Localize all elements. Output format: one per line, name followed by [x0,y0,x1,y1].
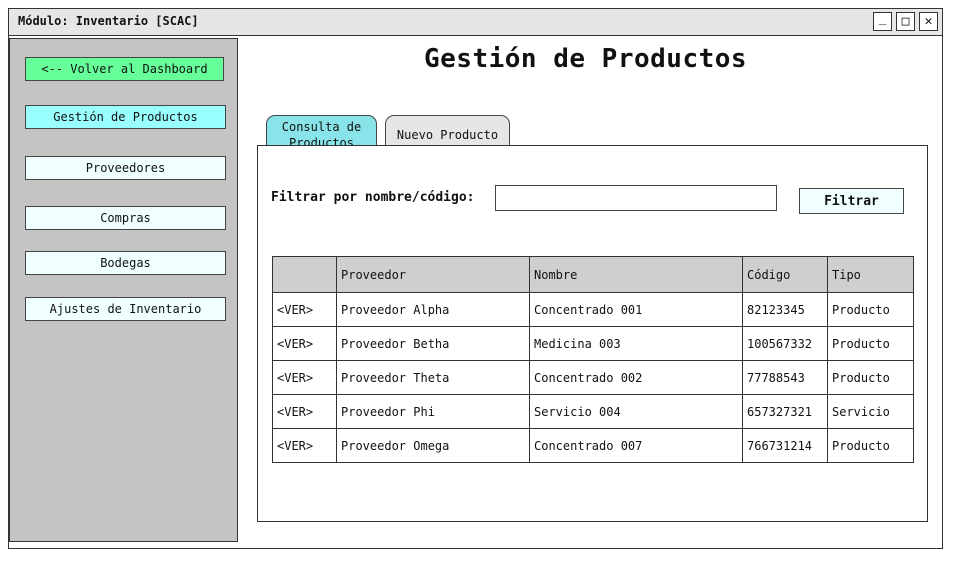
sidebar-item-bodegas[interactable]: Bodegas [25,251,226,275]
cell-tipo: Servicio [827,394,914,429]
view-link[interactable]: <VER> [272,394,337,429]
table-row: <VER> Proveedor Phi Servicio 004 6573273… [272,394,914,429]
cell-tipo: Producto [827,292,914,327]
view-link[interactable]: <VER> [272,428,337,463]
column-header-action [272,256,337,293]
cell-nombre: Concentrado 001 [529,292,743,327]
column-header-proveedor[interactable]: Proveedor [336,256,530,293]
sidebar: <-- Volver al Dashboard Gestión de Produ… [9,38,238,542]
maximize-icon: □ [901,14,910,29]
close-icon: ✕ [924,14,933,29]
cell-nombre: Concentrado 007 [529,428,743,463]
cell-nombre: Concentrado 002 [529,360,743,395]
table-row: <VER> Proveedor Alpha Concentrado 001 82… [272,292,914,327]
table-header-row: Proveedor Nombre Código Tipo [272,256,914,293]
sidebar-item-gestion-productos[interactable]: Gestión de Productos [25,105,226,129]
view-link[interactable]: <VER> [272,360,337,395]
filter-input[interactable] [495,185,777,211]
cell-tipo: Producto [827,360,914,395]
page-title: Gestión de Productos [424,44,748,74]
view-link[interactable]: <VER> [272,292,337,327]
table-row: <VER> Proveedor Betha Medicina 003 10056… [272,326,914,361]
maximize-button[interactable]: □ [896,12,915,31]
cell-proveedor: Proveedor Omega [336,428,530,463]
sidebar-item-proveedores[interactable]: Proveedores [25,156,226,180]
cell-proveedor: Proveedor Theta [336,360,530,395]
view-link[interactable]: <VER> [272,326,337,361]
title-bar: Módulo: Inventario [SCAC] _ □ ✕ [9,9,942,36]
cell-proveedor: Proveedor Betha [336,326,530,361]
cell-tipo: Producto [827,326,914,361]
table-row: <VER> Proveedor Omega Concentrado 007 76… [272,428,914,463]
products-table: Proveedor Nombre Código Tipo <VER> Prove… [272,256,914,463]
cell-proveedor: Proveedor Alpha [336,292,530,327]
column-header-nombre[interactable]: Nombre [529,256,743,293]
cell-tipo: Producto [827,428,914,463]
sidebar-item-compras[interactable]: Compras [25,206,226,230]
minimize-icon: _ [878,11,887,26]
minimize-button[interactable]: _ [873,12,892,31]
cell-codigo: 77788543 [742,360,828,395]
close-button[interactable]: ✕ [919,12,938,31]
cell-nombre: Medicina 003 [529,326,743,361]
cell-codigo: 657327321 [742,394,828,429]
cell-codigo: 82123345 [742,292,828,327]
sidebar-item-ajustes-inventario[interactable]: Ajustes de Inventario [25,297,226,321]
cell-proveedor: Proveedor Phi [336,394,530,429]
back-to-dashboard-button[interactable]: <-- Volver al Dashboard [25,57,224,81]
cell-codigo: 100567332 [742,326,828,361]
cell-codigo: 766731214 [742,428,828,463]
filter-label: Filtrar por nombre/código: [271,190,475,205]
window-title: Módulo: Inventario [SCAC] [18,14,199,28]
column-header-tipo[interactable]: Tipo [827,256,914,293]
column-header-codigo[interactable]: Código [742,256,828,293]
table-row: <VER> Proveedor Theta Concentrado 002 77… [272,360,914,395]
cell-nombre: Servicio 004 [529,394,743,429]
filter-button[interactable]: Filtrar [799,188,904,214]
